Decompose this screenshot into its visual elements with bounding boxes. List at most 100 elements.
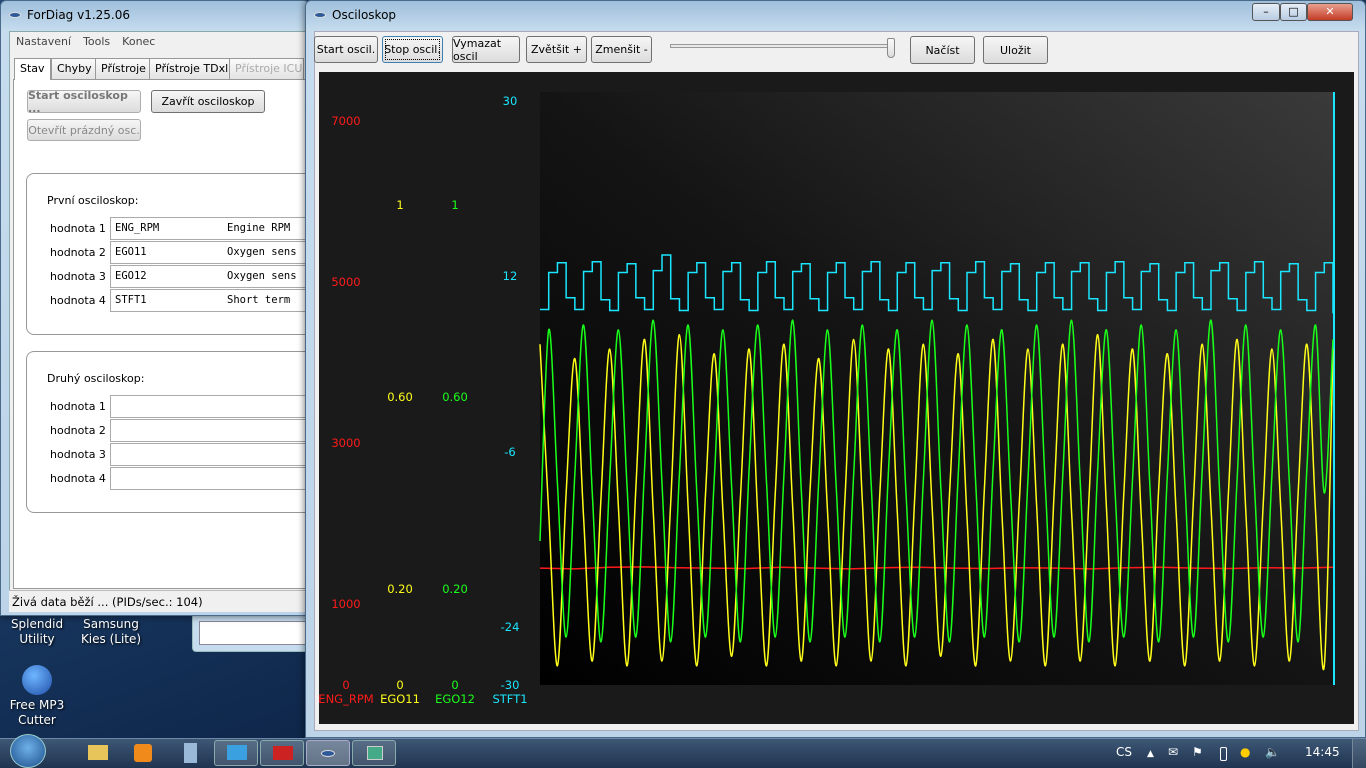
pid-name: EGO11	[115, 246, 147, 258]
scope-panel	[319, 72, 1354, 724]
axis-tick-label: 30	[502, 94, 518, 109]
play-icon	[134, 744, 152, 762]
axis-tick-label: 0	[342, 678, 350, 692]
desktop-icon-free-mp3-cutter[interactable]: Free MP3 Cutter	[2, 698, 72, 728]
window-title: ForDiag v1.25.06	[27, 8, 131, 22]
value-label: hodnota 3	[50, 270, 106, 283]
taskbar-media-player[interactable]	[122, 740, 166, 766]
app-icon	[9, 12, 21, 18]
axis-tick-label: 1000	[331, 597, 361, 612]
taskbar-calculator[interactable]	[168, 740, 212, 766]
taskbar-explorer[interactable]	[76, 740, 120, 766]
pid-field[interactable]: EGO12 Oxygen sens	[110, 265, 310, 288]
axis-tick-label: 3000	[331, 436, 361, 451]
otevrit-prazdny-osc-button: Otevřít prázdný osc.	[27, 119, 141, 141]
value-label: hodnota 2	[50, 246, 106, 259]
menu-tools[interactable]: Tools	[83, 35, 110, 48]
tab-stav[interactable]: Stav	[14, 58, 51, 80]
axis-name-label: ENG_RPM	[318, 692, 374, 706]
pid-description: Short term	[227, 294, 291, 306]
taskbar-app-2[interactable]	[260, 740, 304, 766]
axis-tick-label: 1	[396, 198, 404, 213]
battery-icon[interactable]	[1220, 747, 1227, 761]
pid-field[interactable]: STFT1 Short term	[110, 289, 310, 312]
tab-pristroje[interactable]: Přístroje	[95, 58, 152, 79]
tab-chyby[interactable]: Chyby	[51, 58, 98, 79]
menu-bar: Nastavení Tools Konec	[16, 35, 167, 48]
pid-description: Oxygen sens	[227, 246, 297, 258]
axis-tick-label: 0.20	[442, 582, 468, 597]
axis-name-label: EGO11	[380, 692, 420, 706]
fordiag-window: ForDiag v1.25.06 Nastavení Tools Konec Sta…	[0, 0, 326, 616]
axis-tick-label: 7000	[331, 113, 361, 128]
time-slider-thumb[interactable]	[887, 38, 895, 58]
axis-tick-label: -24	[500, 619, 520, 634]
window-title: Osciloskop	[332, 8, 397, 22]
pid-name: STFT1	[115, 294, 147, 306]
free-mp3-cutter-icon[interactable]	[22, 665, 52, 695]
show-desktop-button[interactable]	[1352, 739, 1366, 768]
value-label: hodnota 3	[50, 448, 106, 461]
value-label: hodnota 1	[50, 222, 106, 235]
axis-tick-label: 0	[451, 678, 459, 692]
pid-field[interactable]: EGO11 Oxygen sens	[110, 241, 310, 264]
first-oscilloscope-title: První osciloskop:	[47, 194, 139, 207]
taskbar-app-1[interactable]	[214, 740, 258, 766]
axis-tick-label: 0.60	[442, 390, 468, 405]
axis-name-label: STFT1	[492, 692, 528, 706]
zvetsit-button[interactable]: Zvětšit +	[526, 36, 587, 63]
start-oscil-button[interactable]: Start oscil.	[314, 36, 378, 63]
stop-oscil-button[interactable]: Stop oscil.	[382, 36, 443, 63]
tab-pristroje-tdxl[interactable]: Přístroje TDxl	[149, 58, 235, 79]
tab-pristroje-icu: Přístroje ICU	[229, 58, 304, 79]
clock[interactable]: 14:45	[1305, 745, 1340, 759]
pid-field[interactable]	[110, 395, 310, 418]
pid-field[interactable]	[110, 443, 310, 466]
axis-tick-label: 12	[502, 269, 518, 284]
ulozit-button[interactable]: Uložit	[983, 36, 1048, 64]
axis-tick-label: 5000	[331, 274, 361, 289]
time-slider-track[interactable]	[670, 44, 892, 48]
osciloskop-window: Osciloskop – □ ✕ Start oscil. Stop oscil…	[305, 0, 1366, 738]
desktop-icon-samsung-kies[interactable]: Samsung Kies (Lite)	[76, 617, 146, 647]
pid-name: EGO12	[115, 270, 147, 282]
zmensit-button[interactable]: Zmenšit -	[591, 36, 652, 63]
desktop-icon-splendid-utility[interactable]: Splendid Utility	[2, 617, 72, 647]
nacist-button[interactable]: Načíst	[910, 36, 975, 64]
close-button[interactable]: ✕	[1307, 3, 1353, 21]
network-icon[interactable]: ●	[1240, 745, 1250, 759]
pid-name: ENG_RPM	[115, 222, 160, 234]
menu-nastaveni[interactable]: Nastavení	[16, 35, 71, 48]
axis-name-label: EGO12	[435, 692, 475, 706]
value-label: hodnota 1	[50, 400, 106, 413]
taskbar-fordiag[interactable]	[306, 740, 350, 766]
axis-tick-label: 0.60	[387, 390, 413, 405]
volume-icon[interactable]: 🔈	[1265, 745, 1280, 759]
axis-tick-label: 1	[451, 198, 459, 213]
show-hidden-icons[interactable]: ▲	[1147, 749, 1154, 759]
taskbar-app-3[interactable]	[352, 740, 396, 766]
mail-icon[interactable]: ✉	[1168, 745, 1178, 759]
pid-field[interactable]	[110, 419, 310, 442]
vymazat-oscil-button[interactable]: Vymazat oscil	[452, 36, 520, 63]
value-label: hodnota 2	[50, 424, 106, 437]
window-icon	[367, 746, 383, 760]
status-bar: Živá data běží ... (PIDs/sec.: 104)	[9, 590, 309, 612]
menu-konec[interactable]: Konec	[122, 35, 155, 48]
action-center-flag-icon[interactable]: ⚑	[1192, 745, 1203, 759]
pid-field[interactable]: ENG_RPM Engine RPM	[110, 217, 310, 240]
axis-tick-label: -6	[504, 444, 516, 459]
start-osciloskop-button: Start osciloskop ...	[27, 89, 141, 115]
pid-description: Engine RPM	[227, 222, 291, 234]
language-indicator[interactable]: CS	[1116, 745, 1132, 759]
folder-icon	[88, 745, 108, 760]
second-oscilloscope-title: Druhý osciloskop:	[47, 372, 145, 385]
minimize-button[interactable]: –	[1252, 3, 1280, 21]
toolbox-icon	[273, 746, 293, 760]
pid-description: Oxygen sens	[227, 270, 297, 282]
start-button[interactable]	[10, 734, 46, 768]
maximize-button[interactable]: □	[1280, 3, 1307, 21]
pid-field[interactable]	[110, 467, 310, 490]
zavrit-osciloskop-button[interactable]: Zavřít osciloskop	[151, 90, 265, 113]
background-window-fragment	[192, 612, 312, 652]
